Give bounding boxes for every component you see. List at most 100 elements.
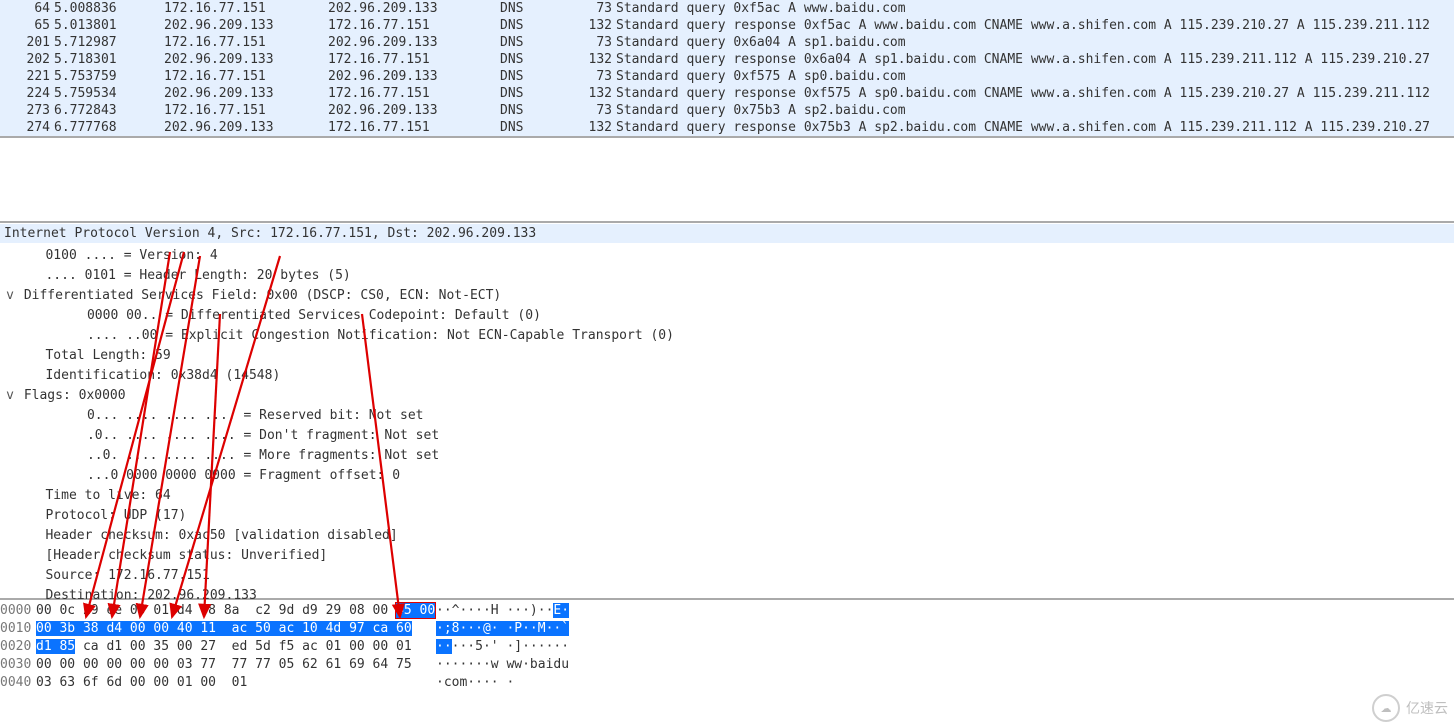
col-protocol: DNS xyxy=(500,52,572,67)
col-length: 73 xyxy=(572,1,616,16)
col-destination: 202.96.209.133 xyxy=(328,69,500,84)
tree-line[interactable]: 0000 00.. = Differentiated Services Code… xyxy=(0,306,1454,326)
hex-bytes: d1 85 ca d1 00 35 00 27 ed 5d f5 ac 01 0… xyxy=(36,638,424,656)
packet-details-tree[interactable]: 0100 .... = Version: 4 .... 0101 = Heade… xyxy=(0,244,1454,598)
cloud-icon: ☁ xyxy=(1372,694,1400,722)
tree-line[interactable]: Identification: 0x38d4 (14548) xyxy=(0,366,1454,386)
table-row[interactable]: 2736.772843172.16.77.151202.96.209.133DN… xyxy=(0,102,1454,119)
chevron-down-icon[interactable]: v xyxy=(4,386,16,406)
watermark-text: 亿速云 xyxy=(1406,698,1448,718)
tree-line[interactable]: Destination: 202.96.209.133 xyxy=(0,586,1454,606)
col-info: Standard query response 0xf5ac A www.bai… xyxy=(616,18,1454,33)
col-info: Standard query 0xf5ac A www.baidu.com xyxy=(616,1,1454,16)
tree-line[interactable]: Protocol: UDP (17) xyxy=(0,506,1454,526)
col-source: 172.16.77.151 xyxy=(164,69,328,84)
hex-row[interactable]: 004003 63 6f 6d 00 00 01 00 01·com···· · xyxy=(0,674,1454,692)
col-no: 221 xyxy=(0,69,54,84)
tree-line[interactable]: ...0 0000 0000 0000 = Fragment offset: 0 xyxy=(0,466,1454,486)
col-time: 5.753759 xyxy=(54,69,164,84)
hex-dump-pane[interactable]: 000000 0c 29 ee 00 01 d4 78 8a c2 9d d9 … xyxy=(0,598,1454,694)
hex-bytes: 03 63 6f 6d 00 00 01 00 01 xyxy=(36,674,424,692)
col-no: 224 xyxy=(0,86,54,101)
col-time: 6.772843 xyxy=(54,103,164,118)
col-no: 202 xyxy=(0,52,54,67)
hex-row[interactable]: 0020d1 85 ca d1 00 35 00 27 ed 5d f5 ac … xyxy=(0,638,1454,656)
col-protocol: DNS xyxy=(500,1,572,16)
col-time: 5.712987 xyxy=(54,35,164,50)
col-info: Standard query response 0xf575 A sp0.bai… xyxy=(616,86,1454,101)
col-protocol: DNS xyxy=(500,69,572,84)
col-source: 202.96.209.133 xyxy=(164,52,328,67)
col-time: 5.759534 xyxy=(54,86,164,101)
tree-line[interactable]: Source: 172.16.77.151 xyxy=(0,566,1454,586)
col-no: 273 xyxy=(0,103,54,118)
hex-offset: 0010 xyxy=(0,620,36,638)
col-length: 73 xyxy=(572,35,616,50)
hex-bytes: 00 00 00 00 00 00 03 77 77 77 05 62 61 6… xyxy=(36,656,424,674)
col-time: 5.718301 xyxy=(54,52,164,67)
tree-line[interactable]: Header checksum: 0xac50 [validation disa… xyxy=(0,526,1454,546)
col-source: 172.16.77.151 xyxy=(164,35,328,50)
col-source: 202.96.209.133 xyxy=(164,18,328,33)
tree-line[interactable]: Total Length: 59 xyxy=(0,346,1454,366)
hex-ascii: ·com···· · xyxy=(424,674,514,692)
col-length: 132 xyxy=(572,86,616,101)
table-row[interactable]: 645.008836172.16.77.151202.96.209.133DNS… xyxy=(0,0,1454,17)
table-row[interactable]: 2025.718301202.96.209.133172.16.77.151DN… xyxy=(0,51,1454,68)
tree-line[interactable]: v Flags: 0x0000 xyxy=(0,386,1454,406)
col-no: 201 xyxy=(0,35,54,50)
hex-row[interactable]: 001000 3b 38 d4 00 00 40 11 ac 50 ac 10 … xyxy=(0,620,1454,638)
table-row[interactable]: 2015.712987172.16.77.151202.96.209.133DN… xyxy=(0,34,1454,51)
table-row[interactable]: 2245.759534202.96.209.133172.16.77.151DN… xyxy=(0,85,1454,102)
col-no: 65 xyxy=(0,18,54,33)
hex-ascii: ·;8···@· ·P··M··` xyxy=(424,620,569,638)
col-protocol: DNS xyxy=(500,103,572,118)
ipv4-section-header[interactable]: Internet Protocol Version 4, Src: 172.16… xyxy=(0,224,1454,243)
col-time: 5.013801 xyxy=(54,18,164,33)
col-length: 73 xyxy=(572,103,616,118)
tree-line[interactable]: 0... .... .... .... = Reserved bit: Not … xyxy=(0,406,1454,426)
hex-row[interactable]: 003000 00 00 00 00 00 03 77 77 77 05 62 … xyxy=(0,656,1454,674)
col-info: Standard query 0x75b3 A sp2.baidu.com xyxy=(616,103,1454,118)
tree-line[interactable]: .... ..00 = Explicit Congestion Notifica… xyxy=(0,326,1454,346)
col-length: 73 xyxy=(572,69,616,84)
tree-line[interactable]: v Differentiated Services Field: 0x00 (D… xyxy=(0,286,1454,306)
col-destination: 172.16.77.151 xyxy=(328,18,500,33)
hex-bytes: 00 3b 38 d4 00 00 40 11 ac 50 ac 10 4d 9… xyxy=(36,620,424,638)
col-protocol: DNS xyxy=(500,35,572,50)
tree-line[interactable]: Time to live: 64 xyxy=(0,486,1454,506)
chevron-down-icon[interactable]: v xyxy=(4,286,16,306)
col-protocol: DNS xyxy=(500,18,572,33)
col-length: 132 xyxy=(572,120,616,135)
col-source: 172.16.77.151 xyxy=(164,103,328,118)
packet-list[interactable]: 645.008836172.16.77.151202.96.209.133DNS… xyxy=(0,0,1454,138)
col-time: 6.777768 xyxy=(54,120,164,135)
col-time: 5.008836 xyxy=(54,1,164,16)
hex-ascii: ·····5·' ·]······ xyxy=(424,638,569,656)
tree-line[interactable]: ..0. .... .... .... = More fragments: No… xyxy=(0,446,1454,466)
hex-offset: 0020 xyxy=(0,638,36,656)
table-row[interactable]: 2215.753759172.16.77.151202.96.209.133DN… xyxy=(0,68,1454,85)
col-source: 172.16.77.151 xyxy=(164,1,328,16)
watermark: ☁ 亿速云 xyxy=(1372,694,1448,722)
tree-line[interactable]: .0.. .... .... .... = Don't fragment: No… xyxy=(0,426,1454,446)
col-length: 132 xyxy=(572,18,616,33)
table-row[interactable]: 2746.777768202.96.209.133172.16.77.151DN… xyxy=(0,119,1454,136)
col-destination: 172.16.77.151 xyxy=(328,120,500,135)
table-row[interactable]: 655.013801202.96.209.133172.16.77.151DNS… xyxy=(0,17,1454,34)
col-source: 202.96.209.133 xyxy=(164,120,328,135)
col-info: Standard query 0x6a04 A sp1.baidu.com xyxy=(616,35,1454,50)
hex-ascii: ·······w ww·baidu xyxy=(424,656,569,674)
col-destination: 172.16.77.151 xyxy=(328,52,500,67)
tree-line[interactable]: 0100 .... = Version: 4 xyxy=(0,246,1454,266)
hex-offset: 0030 xyxy=(0,656,36,674)
col-source: 202.96.209.133 xyxy=(164,86,328,101)
col-no: 274 xyxy=(0,120,54,135)
tree-line[interactable]: [Header checksum status: Unverified] xyxy=(0,546,1454,566)
col-length: 132 xyxy=(572,52,616,67)
col-protocol: DNS xyxy=(500,120,572,135)
tree-line[interactable]: .... 0101 = Header Length: 20 bytes (5) xyxy=(0,266,1454,286)
blank-area xyxy=(0,138,1454,218)
col-destination: 172.16.77.151 xyxy=(328,86,500,101)
col-destination: 202.96.209.133 xyxy=(328,1,500,16)
